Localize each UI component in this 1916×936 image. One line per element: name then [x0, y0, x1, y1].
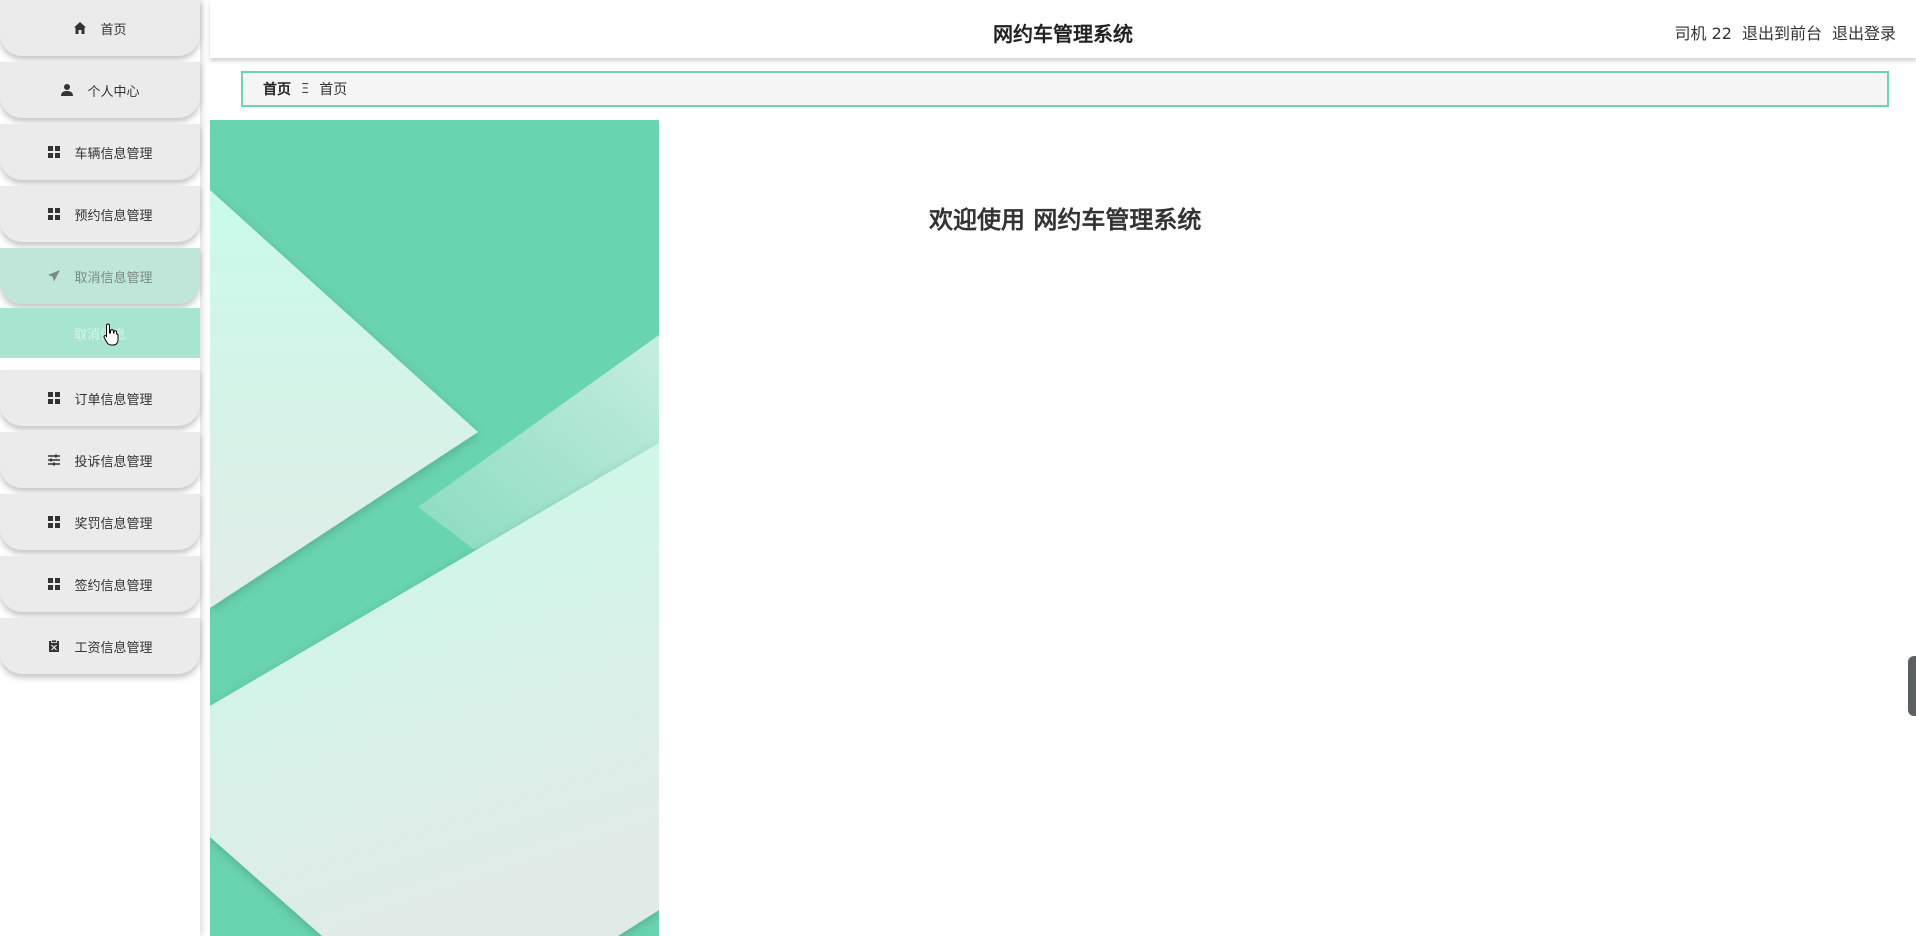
sidebar-item-label: 签约信息管理: [74, 578, 153, 594]
sidebar: 首页 个人中心 车辆信息管理 预约信息管理 取消信息管理 取消信息 订单信息管理: [0, 0, 200, 936]
sidebar-item-home[interactable]: 首页: [0, 0, 200, 56]
grid-icon: [47, 577, 61, 591]
top-header: 网约车管理系统 司机 22 退出到前台 退出登录: [210, 0, 1916, 58]
side-drawer-handle[interactable]: [1908, 656, 1916, 716]
home-icon: [73, 21, 87, 35]
sidebar-item-vehicle[interactable]: 车辆信息管理: [0, 124, 200, 180]
sidebar-item-label: 首页: [100, 22, 127, 38]
sidebar-item-label: 订单信息管理: [74, 392, 153, 408]
sidebar-item-label: 预约信息管理: [74, 208, 153, 224]
breadcrumb: 首页 Ξ 首页: [241, 71, 1889, 107]
grid-icon: [47, 145, 61, 159]
sidebar-item-complaint[interactable]: 投诉信息管理: [0, 432, 200, 488]
logout-link[interactable]: 退出登录: [1832, 20, 1896, 44]
grid-icon: [47, 515, 61, 529]
sidebar-item-cancellation[interactable]: 取消信息管理: [0, 248, 200, 304]
grid-icon: [47, 207, 61, 221]
send-icon: [47, 269, 61, 283]
sidebar-item-label: 个人中心: [87, 84, 140, 100]
decorative-banner-image: [210, 120, 659, 936]
sidebar-item-label: 车辆信息管理: [74, 146, 153, 162]
sliders-icon: [47, 453, 61, 467]
sidebar-item-salary[interactable]: 工资信息管理: [0, 618, 200, 674]
breadcrumb-separator-icon: Ξ: [301, 81, 310, 97]
user-label: 司机 22: [1674, 24, 1732, 43]
grid-icon: [47, 391, 61, 405]
app-title: 网约车管理系统: [993, 22, 1133, 46]
welcome-heading: 欢迎使用 网约车管理系统: [929, 206, 1202, 234]
sidebar-item-label: 取消信息管理: [74, 270, 153, 286]
sidebar-item-label: 投诉信息管理: [74, 454, 153, 470]
sidebar-item-reward-penalty[interactable]: 奖罚信息管理: [0, 494, 200, 550]
sidebar-item-order[interactable]: 订单信息管理: [0, 370, 200, 426]
sidebar-item-reservation[interactable]: 预约信息管理: [0, 186, 200, 242]
breadcrumb-current: 首页: [319, 82, 348, 98]
user-icon: [60, 83, 74, 97]
submenu-item-cancellation-info[interactable]: 取消信息: [0, 308, 200, 358]
header-user-area: 司机 22 退出到前台 退出登录: [1675, 20, 1896, 44]
clipboard-icon: [47, 639, 61, 653]
sidebar-item-contract[interactable]: 签约信息管理: [0, 556, 200, 612]
hand-cursor-icon: [103, 323, 119, 346]
sidebar-item-label: 工资信息管理: [74, 640, 153, 656]
sidebar-item-personal-center[interactable]: 个人中心: [0, 62, 200, 118]
sidebar-item-label: 奖罚信息管理: [74, 516, 153, 532]
breadcrumb-home[interactable]: 首页: [263, 79, 291, 99]
exit-to-front-link[interactable]: 退出到前台: [1742, 20, 1822, 44]
